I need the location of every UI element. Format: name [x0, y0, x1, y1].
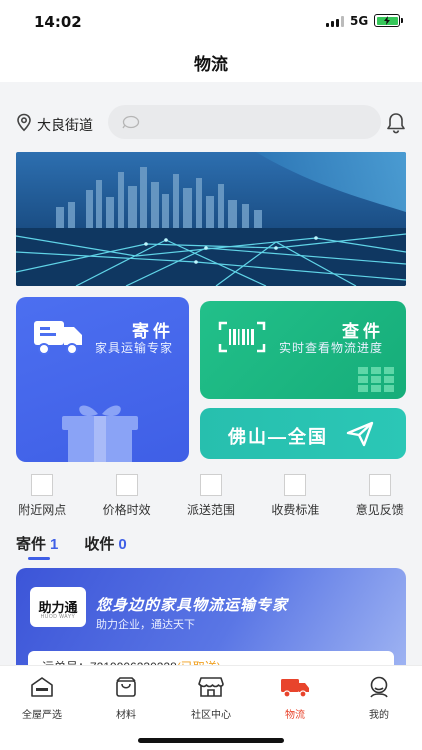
tab-count: 1 — [50, 536, 59, 553]
quick-link-icon — [284, 474, 307, 496]
tabbar-item-materials[interactable]: 材料 — [96, 676, 156, 721]
gift-icon — [58, 400, 142, 462]
tab-sent[interactable]: 寄件 1 — [16, 533, 59, 560]
promo-banner[interactable]: 助力通 HUOD WAYY 您身边的家具物流运输专家 助力企业，通达天下 运单号… — [16, 568, 406, 668]
store-icon — [198, 676, 224, 703]
route-card-title: 佛山—全国 — [228, 427, 328, 447]
quick-link-icon — [31, 474, 54, 496]
home-indicator — [138, 738, 284, 743]
promo-title: 您身边的家具物流运输专家 — [96, 597, 289, 614]
company-logo: 助力通 HUOD WAYY — [30, 587, 86, 627]
tabbar-item-home[interactable]: 全屋严选 — [12, 676, 72, 721]
send-arrow-icon — [346, 421, 374, 452]
battery-tip — [401, 18, 403, 23]
quick-link-fees[interactable]: 收费标准 — [253, 474, 337, 518]
tabbar-item-logistics[interactable]: 物流 — [265, 676, 325, 721]
bell-icon[interactable] — [386, 112, 406, 139]
city-skyline-image — [16, 152, 406, 286]
quick-link-delivery-range[interactable]: 派送范围 — [169, 474, 253, 518]
tabbar-label: 物流 — [285, 710, 305, 721]
truck-icon — [32, 317, 84, 362]
location-pin-icon — [16, 113, 32, 137]
promo-subtitle: 助力企业，通达天下 — [96, 619, 195, 631]
tabbar-label: 材料 — [116, 710, 136, 721]
shipment-tabs: 寄件 1 收件 0 — [16, 533, 127, 560]
status-bar: 14:02 5G — [0, 0, 422, 44]
track-package-card[interactable]: 查件 实时查看物流进度 — [200, 301, 406, 399]
quick-link-price[interactable]: 价格时效 — [84, 474, 168, 518]
home-icon — [30, 676, 54, 703]
tabbar-label: 社区中心 — [191, 710, 231, 721]
active-tab-indicator — [28, 557, 50, 560]
banner-image[interactable] — [16, 152, 406, 286]
query-card-subtitle: 实时查看物流进度 — [279, 341, 384, 355]
send-package-card[interactable]: 寄件 家具运输专家 — [16, 297, 189, 462]
route-card[interactable]: 佛山—全国 — [200, 408, 406, 459]
quick-link-icon — [368, 474, 391, 496]
quick-link-label: 附近网点 — [18, 503, 67, 517]
quick-link-label: 派送范围 — [186, 503, 235, 517]
bag-icon — [114, 676, 138, 703]
logo-subtext: HUOD WAYY — [40, 614, 76, 620]
tabbar-label: 我的 — [369, 710, 389, 721]
tab-count: 0 — [118, 536, 127, 553]
location-selector[interactable]: 大良街道 — [16, 113, 93, 137]
quick-links: 附近网点 价格时效 派送范围 收费标准 意见反馈 — [0, 474, 422, 518]
barcode-scan-icon — [218, 321, 266, 358]
tab-label: 寄件 — [16, 536, 47, 553]
profile-icon — [367, 676, 391, 703]
send-card-subtitle: 家具运输专家 — [95, 341, 174, 355]
search-input[interactable] — [108, 105, 381, 139]
grid-decoration-icon — [358, 367, 394, 398]
location-label: 大良街道 — [37, 117, 93, 133]
search-icon — [122, 115, 140, 134]
tab-label: 收件 — [84, 536, 115, 553]
quick-link-feedback[interactable]: 意见反馈 — [338, 474, 422, 518]
network-label: 5G — [350, 14, 369, 28]
tabbar-item-profile[interactable]: 我的 — [349, 676, 409, 721]
tabbar-label: 全屋严选 — [22, 710, 62, 721]
tabbar-item-community[interactable]: 社区中心 — [181, 676, 241, 721]
quick-link-icon — [199, 474, 222, 496]
quick-link-label: 价格时效 — [102, 503, 151, 517]
quick-link-label: 收费标准 — [271, 503, 320, 517]
quick-link-label: 意见反馈 — [355, 503, 404, 517]
truck-icon — [280, 676, 310, 703]
quick-link-icon — [115, 474, 138, 496]
status-time: 14:02 — [34, 13, 82, 31]
page-title: 物流 — [194, 55, 228, 74]
quick-link-nearby[interactable]: 附近网点 — [0, 474, 84, 518]
signal-icon — [326, 16, 344, 27]
tab-received[interactable]: 收件 0 — [84, 533, 126, 554]
battery-icon — [374, 14, 400, 27]
